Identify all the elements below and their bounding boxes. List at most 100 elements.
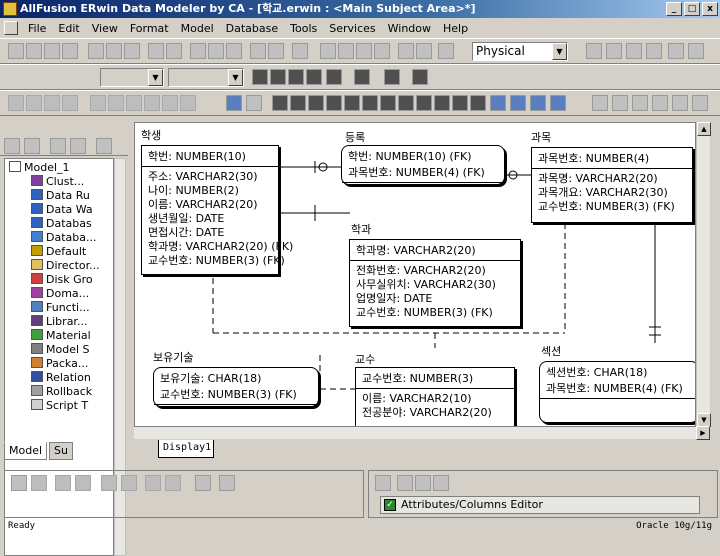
tree-item[interactable]: Packa... <box>31 357 88 371</box>
tree-item[interactable]: Script T <box>31 399 88 413</box>
explorer-delete-icon[interactable] <box>70 138 86 154</box>
model-explorer-icon[interactable] <box>268 43 284 59</box>
entity-box[interactable]: 학과명: VARCHAR2(20) 전화번호: VARCHAR2(20) 사무실… <box>349 239 521 327</box>
tree-item[interactable]: Databa... <box>31 231 96 245</box>
tree-item[interactable]: Doma... <box>31 287 89 301</box>
tree-item[interactable]: Data Ru <box>31 189 90 203</box>
drawing-line-icon[interactable] <box>632 95 648 111</box>
italic-icon[interactable] <box>270 69 286 85</box>
pane-print-icon[interactable] <box>55 475 71 491</box>
align-right-icon[interactable] <box>308 95 324 111</box>
entity-box[interactable]: 보유기술: CHAR(18) 교수번호: NUMBER(3) (FK) <box>153 367 319 407</box>
menu-window[interactable]: Window <box>382 22 437 35</box>
canvas-horizontal-scrollbar[interactable]: ▶ <box>134 426 710 440</box>
entity-box[interactable]: 교수번호: NUMBER(3) 이름: VARCHAR2(10) 전공분야: V… <box>355 367 515 426</box>
font-select[interactable]: ▼ <box>100 68 164 87</box>
diagram-canvas[interactable]: 학생 학번: NUMBER(10) 주소: VARCHAR2(30) 나이: N… <box>134 122 696 427</box>
pane-paste-icon[interactable] <box>121 475 137 491</box>
pane-copy-icon[interactable] <box>31 475 47 491</box>
tree-item[interactable]: Material <box>31 329 91 343</box>
drawing-text-icon[interactable] <box>692 95 708 111</box>
align-top-icon[interactable] <box>326 95 342 111</box>
zoom-normal-icon[interactable] <box>356 43 372 59</box>
group-icon[interactable] <box>510 95 526 111</box>
scroll-right-icon[interactable]: ▶ <box>696 426 710 440</box>
tab-model[interactable]: Model <box>4 442 48 460</box>
tree-item[interactable]: Functi... <box>31 301 90 315</box>
tree-item-model[interactable]: Model_1 <box>9 161 70 175</box>
scroll-up-icon[interactable]: ▲ <box>697 122 711 136</box>
pane-find-icon[interactable] <box>145 475 161 491</box>
drawing-ellipse-icon[interactable] <box>612 95 628 111</box>
disconnect-icon[interactable] <box>62 95 78 111</box>
new-file-icon[interactable] <box>8 43 24 59</box>
paste-icon[interactable] <box>124 43 140 59</box>
snap-grid-icon[interactable] <box>550 95 566 111</box>
editor-save-icon[interactable] <box>397 475 413 491</box>
display-level-icon[interactable] <box>398 43 414 59</box>
line-color-icon[interactable] <box>384 69 400 85</box>
tree-item[interactable]: Data Wa <box>31 203 93 217</box>
maximize-button[interactable]: □ <box>684 2 700 16</box>
tree-item[interactable]: Clust... <box>31 175 84 189</box>
align-middle-icon[interactable] <box>344 95 360 111</box>
strikeout-icon[interactable] <box>306 69 322 85</box>
report-icon[interactable] <box>250 43 266 59</box>
mart-icon[interactable] <box>26 95 42 111</box>
entity-tool-icon[interactable] <box>606 43 622 59</box>
scroll-down-icon[interactable]: ▼ <box>697 413 711 427</box>
underline-icon[interactable] <box>288 69 304 85</box>
tree-item[interactable]: Director... <box>31 259 100 273</box>
chevron-down-icon[interactable]: ▼ <box>228 69 243 86</box>
tree-item[interactable]: Disk Gro <box>31 273 93 287</box>
space-across-icon[interactable] <box>380 95 396 111</box>
attributes-editor-tab[interactable]: ✓ Attributes/Columns Editor <box>380 496 700 514</box>
tree-item[interactable]: Rollback <box>31 385 92 399</box>
lock-icon[interactable] <box>8 95 24 111</box>
mart-report-icon[interactable] <box>144 95 160 111</box>
tab-display1[interactable]: Display1 <box>158 440 214 458</box>
document-icon[interactable] <box>4 21 18 35</box>
identifying-relationship-icon[interactable] <box>668 43 684 59</box>
same-size-icon[interactable] <box>452 95 468 111</box>
align-left-icon[interactable] <box>272 95 288 111</box>
complete-compare-icon[interactable] <box>226 43 242 59</box>
close-pane-icon[interactable] <box>11 475 27 491</box>
explorer-new-icon[interactable] <box>24 138 40 154</box>
minimize-button[interactable]: _ <box>666 2 682 16</box>
tree-item[interactable]: Librar... <box>31 315 87 329</box>
editor-print-icon[interactable] <box>415 475 431 491</box>
editor-open-icon[interactable] <box>433 475 449 491</box>
reverse-engineer-icon[interactable] <box>208 43 224 59</box>
menu-help[interactable]: Help <box>437 22 474 35</box>
chevron-down-icon[interactable]: ▼ <box>148 69 163 86</box>
close-pane-icon[interactable] <box>375 475 391 491</box>
menu-file[interactable]: File <box>22 22 52 35</box>
attribute-level-icon[interactable] <box>416 43 432 59</box>
bring-to-front-icon[interactable] <box>470 95 486 111</box>
transform-icon[interactable] <box>226 95 242 111</box>
space-down-icon[interactable] <box>398 95 414 111</box>
tree-item[interactable]: Model S <box>31 343 90 357</box>
drawing-rectangle-icon[interactable] <box>592 95 608 111</box>
tree-item[interactable]: Relation <box>31 371 91 385</box>
pane-replace-icon[interactable] <box>165 475 181 491</box>
close-button[interactable]: x <box>702 2 718 16</box>
font-size-select[interactable]: ▼ <box>168 68 244 87</box>
open-file-icon[interactable] <box>26 43 42 59</box>
entity-box[interactable]: 학번: NUMBER(10) 주소: VARCHAR2(30) 나이: NUMB… <box>141 145 293 275</box>
cut-icon[interactable] <box>88 43 104 59</box>
chevron-down-icon[interactable]: ▼ <box>552 43 567 60</box>
redo-icon[interactable] <box>166 43 182 59</box>
text-tool-icon[interactable] <box>646 43 662 59</box>
save-icon[interactable] <box>44 43 60 59</box>
same-width-icon[interactable] <box>416 95 432 111</box>
transform-history-icon[interactable] <box>246 95 262 111</box>
entity-box[interactable]: 학번: NUMBER(10) (FK) 과목번호: NUMBER(4) (FK) <box>341 145 505 185</box>
pane-clear-icon[interactable] <box>219 475 235 491</box>
align-bottom-icon[interactable] <box>362 95 378 111</box>
mart-merge-icon[interactable] <box>126 95 142 111</box>
pane-cut-icon[interactable] <box>101 475 117 491</box>
menu-edit[interactable]: Edit <box>52 22 85 35</box>
tree-item[interactable]: Databas <box>31 217 92 231</box>
